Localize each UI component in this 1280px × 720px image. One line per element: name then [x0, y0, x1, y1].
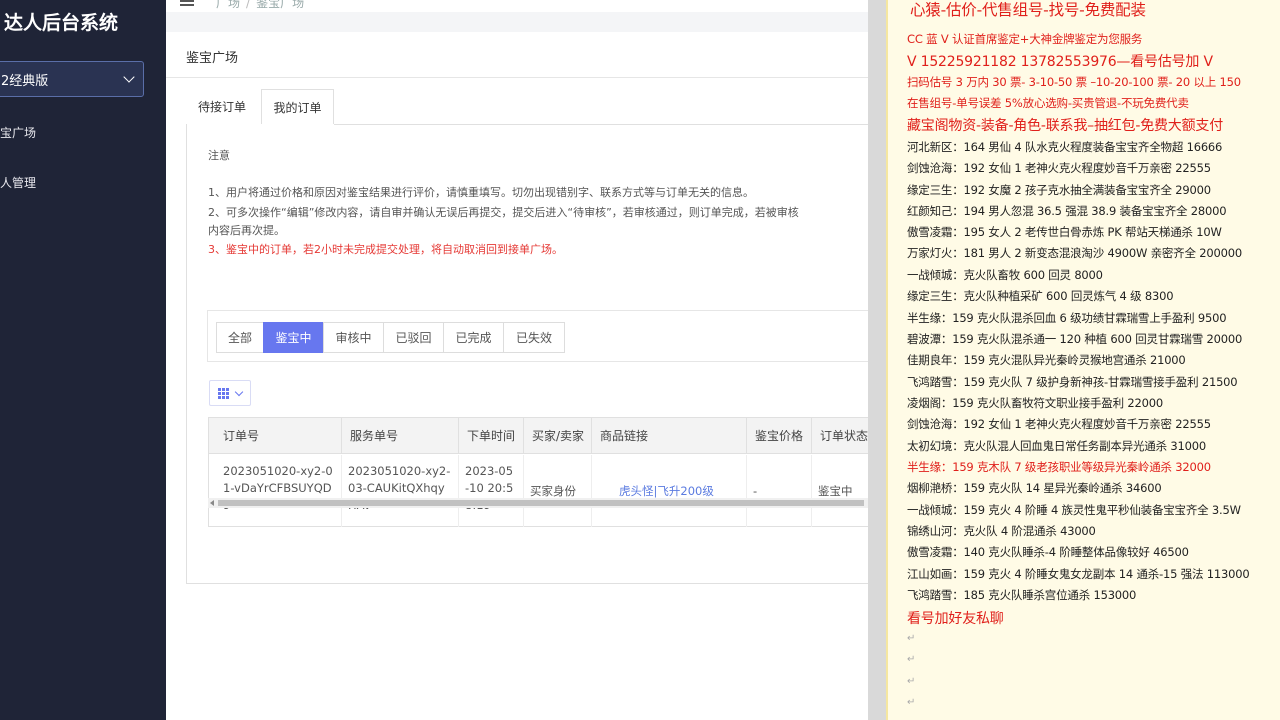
page-card: 鉴宝广场 待接订单 我的订单 注意 1、用户将通过价格和原因对鉴宝结果进行评价，…	[166, 32, 868, 720]
column-header-order-no: 订单号	[209, 418, 342, 454]
note-line: 太初幻境：克火队混人回血鬼日常任务副本异光通杀 31000	[907, 439, 1206, 453]
filter-completed-button[interactable]: 已完成	[443, 322, 504, 353]
sidebar-item-square[interactable]: 宝广场	[0, 124, 36, 141]
column-header-role: 买家/卖家	[524, 418, 592, 454]
note-line: 一战倾城：159 克火 4 阶睡 4 族灵性鬼平秒仙装备宝宝齐全 3.5W	[907, 503, 1241, 517]
scrollbar-thumb[interactable]	[218, 500, 864, 506]
column-header-status: 订单状态	[812, 418, 868, 454]
note-line: 碧波潭：159 克火队混杀通一 120 种植 600 回灵甘霖瑞雪 20000	[907, 332, 1243, 346]
filter-rejected-button[interactable]: 已驳回	[383, 322, 444, 353]
breadcrumb-item[interactable]: 广场	[216, 0, 240, 10]
column-header-service-no: 服务单号	[342, 418, 459, 454]
cell-order-no: 2023051020-xy2-01-vDaYrCFBSUYQD9	[209, 455, 342, 527]
paragraph-mark: ↵	[907, 697, 916, 708]
breadcrumb-separator: /	[246, 0, 251, 10]
tab-my-orders[interactable]: 我的订单	[261, 89, 334, 124]
table-horizontal-scrollbar[interactable]	[208, 498, 868, 508]
top-bar: 广场 / 鉴宝广场	[166, 0, 868, 12]
note-line: 看号加好友私聊	[907, 611, 1004, 627]
paragraph-mark: ↵	[907, 633, 916, 644]
note-line: 剑蚀沧海：192 女仙 1 老神火克火程度妙音千万亲密 22555	[907, 161, 1211, 175]
menu-toggle-icon[interactable]	[180, 0, 194, 6]
notice-line-2-cont: 内容后再次提。	[208, 224, 285, 237]
cell-order-time: 2023-05-10 20:58:19	[459, 455, 524, 527]
note-line: 剑蚀沧海：192 女仙 1 老神火克火程度妙音千万亲密 22555	[907, 417, 1211, 431]
divider	[166, 77, 868, 78]
column-header-price: 鉴宝价格	[747, 418, 812, 454]
note-header: 心猿-估价-代售组号-找号-免费配装	[910, 1, 1146, 19]
page-title: 鉴宝广场	[186, 51, 239, 66]
note-line: 江山如画：159 克火 4 阶睡女鬼女龙副本 14 通杀-15 强法 11300…	[907, 567, 1250, 581]
note-line: CC 蓝 V 认证首席鉴定+大神金牌鉴定为您服务	[907, 32, 1143, 46]
breadcrumb: 广场 / 鉴宝广场	[216, 0, 304, 11]
product-link[interactable]: 虎头怪|飞升200级	[619, 483, 714, 500]
window-divider	[868, 0, 886, 720]
note-line: 红颜知己：194 男人忽混 36.5 强混 38.9 装备宝宝齐全 28000	[907, 204, 1227, 218]
breadcrumb-item-current: 鉴宝广场	[256, 0, 305, 10]
cell-status: 鉴宝中	[812, 455, 868, 527]
main-area: 广场 / 鉴宝广场 鉴宝广场 待接订单 我的订单 注意 1、用户将通过价格和原因对鉴…	[166, 0, 868, 720]
column-header-order-time: 下单时间	[459, 418, 524, 454]
chevron-down-icon	[234, 387, 244, 397]
note-line: 扫码估号 3 万内 30 票- 3-10-50 票 –10-20-100 票- …	[907, 75, 1241, 89]
cell-link: 虎头怪|飞升200级	[592, 455, 747, 527]
paragraph-mark: ↵	[907, 676, 916, 687]
note-line: 万家灯火：181 男人 2 新变态混浪淘沙 4900W 亲密齐全 200000	[907, 246, 1242, 260]
notice-line-3: 3、鉴宝中的订单，若2小时未完成提交处理，将自动取消回到接单广场。	[208, 243, 563, 256]
note-panel: 心猿-估价-代售组号-找号-免费配装 CC 蓝 V 认证首席鉴定+大神金牌鉴定为…	[886, 0, 1280, 720]
version-select-value: 2经典版	[1, 73, 49, 89]
orders-table: 订单号 服务单号 下单时间 买家/卖家 商品链接 鉴宝价格 订单状态 20230…	[208, 417, 868, 527]
sidebar: 达人后台系统 2经典版 宝广场 人管理	[0, 0, 166, 720]
cell-service-no: 2023051020-xy2-03-CAUKitQXhqyHAv	[342, 455, 459, 527]
note-line: 半生缘：159 克木队 7 级老孩职业等级异光秦岭通杀 32000	[907, 460, 1211, 474]
filter-expired-button[interactable]: 已失效	[503, 322, 565, 353]
note-line: 半生缘：159 克火队混杀回血 6 级功绩甘霖瑞雪上手盈利 9500	[907, 311, 1227, 325]
grid-icon	[218, 388, 229, 399]
filter-appraising-button[interactable]: 鉴宝中	[263, 322, 324, 353]
note-line: V 15225921182 13782553976—看号估号加 V	[907, 54, 1213, 70]
column-header-link: 商品链接	[592, 418, 747, 454]
notice-heading: 注意	[208, 149, 230, 162]
chevron-down-icon	[123, 71, 135, 83]
note-line: 一战倾城：克火队畜牧 600 回灵 8000	[907, 268, 1103, 282]
note-line: 飞鸿踏雪：185 克火队睡杀宫位通杀 153000	[907, 588, 1137, 602]
note-line: 缘定三生：192 女魔 2 孩子克水抽全满装备宝宝齐全 29000	[907, 183, 1211, 197]
note-line: 藏宝阁物资-装备-角色-联系我–抽红包-免费大额支付	[907, 118, 1224, 134]
cell-price: -	[747, 455, 812, 527]
note-line: 烟柳滟桥：159 克火队 14 星异光秦岭通杀 34600	[907, 481, 1162, 495]
cell-role: 买家身份	[524, 455, 592, 527]
filter-reviewing-button[interactable]: 审核中	[323, 322, 384, 353]
filter-all-button[interactable]: 全部	[216, 322, 264, 353]
note-line: 傲雪凌霜：140 克火队睡杀-4 阶睡整体品像较好 46500	[907, 545, 1189, 559]
app-title: 达人后台系统	[4, 12, 119, 34]
notice-line-2: 2、可多次操作“编辑”修改内容，请自审并确认无误后再提交，提交后进入“待审核”，…	[208, 206, 799, 219]
sidebar-item-management[interactable]: 人管理	[0, 174, 36, 191]
note-line: 凌烟阁：159 克火队畜牧符文职业接手盈利 22000	[907, 396, 1163, 410]
note-line: 佳期良年：159 克火混队异光秦岭灵猴地宫通杀 21000	[907, 353, 1186, 367]
column-settings-button[interactable]	[209, 380, 251, 406]
note-line: 缘定三生：克火队种植采矿 600 回灵炼气 4 级 8300	[907, 289, 1174, 303]
status-filter-group: 全部 鉴宝中 审核中 已驳回 已完成 已失效	[207, 310, 868, 362]
notice-line-1: 1、用户将通过价格和原因对鉴宝结果进行评价，请慎重填写。切勿出现错别字、联系方式…	[208, 186, 754, 199]
note-line: 飞鸿踏雪：159 克火队 7 级护身新神孩-甘霖瑞雪接手盈利 21500	[907, 375, 1238, 389]
scroll-left-arrow-icon[interactable]	[210, 500, 214, 506]
version-select[interactable]: 2经典版	[0, 61, 144, 97]
note-line: 锦绣山河：克火队 4 阶混通杀 43000	[907, 524, 1096, 538]
tab-pending-orders[interactable]: 待接订单	[186, 89, 258, 124]
note-line: 河北新区：164 男仙 4 队水克火程度装备宝宝齐全物超 16666	[907, 140, 1223, 154]
note-line: 在售组号-单号误差 5%放心选购-买贵管退-不玩免费代卖	[907, 96, 1189, 110]
note-line: 傲雪凌霜：195 女人 2 老传世白骨赤炼 PK 帮站天梯通杀 10W	[907, 225, 1222, 239]
paragraph-mark: ↵	[907, 654, 916, 665]
